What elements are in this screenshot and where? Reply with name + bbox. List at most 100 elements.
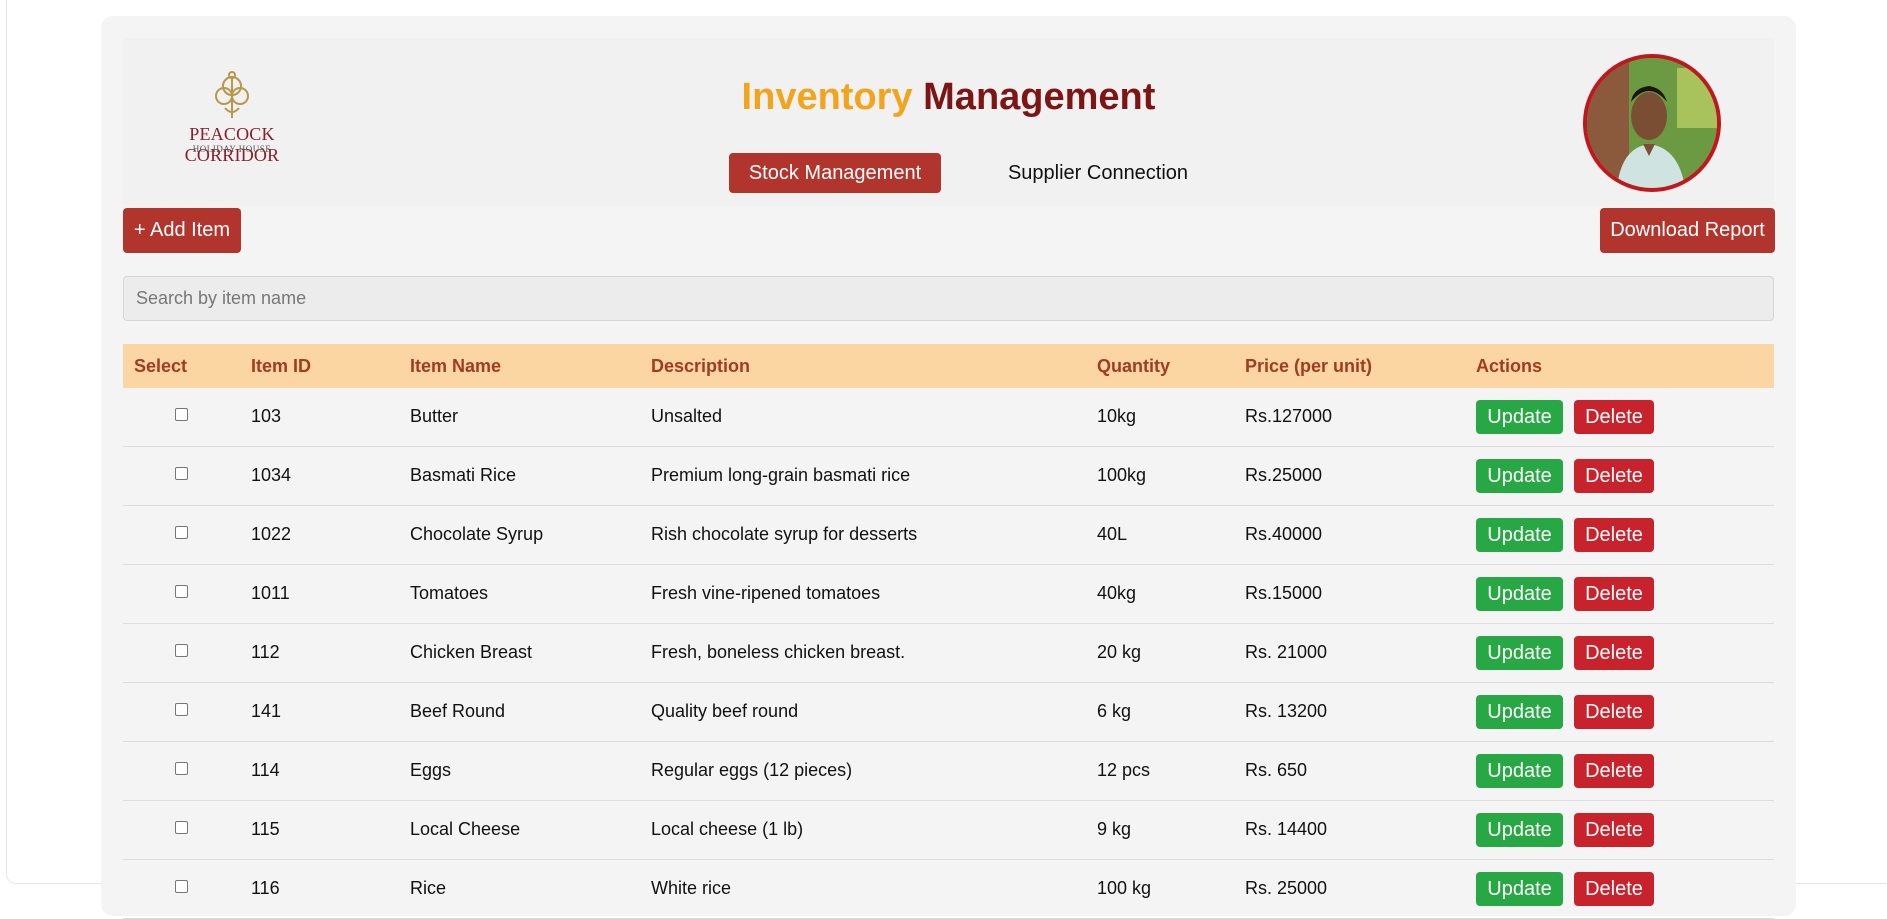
item-price: Rs. 14400 (1245, 819, 1328, 839)
item-id: 116 (251, 878, 280, 898)
item-description: Premium long-grain basmati rice (651, 465, 911, 485)
table-row: 1022 Chocolate Syrup Rish chocolate syru… (123, 506, 1774, 565)
item-price: Rs. 25000 (1245, 878, 1328, 898)
item-quantity: 9 kg (1097, 819, 1132, 839)
item-description: Fresh vine-ripened tomatoes (651, 583, 881, 603)
update-button[interactable]: Update (1476, 636, 1563, 670)
table-row: 1011 Tomatoes Fresh vine-ripened tomatoe… (123, 565, 1774, 624)
update-button[interactable]: Update (1476, 872, 1563, 906)
row-select-checkbox[interactable] (175, 880, 188, 893)
item-quantity: 10kg (1097, 406, 1137, 426)
column-header-quantity: Quantity (1097, 356, 1171, 376)
item-name: Local Cheese (410, 819, 521, 839)
item-quantity: 100 kg (1097, 878, 1152, 898)
update-button[interactable]: Update (1476, 577, 1563, 611)
logo-subtitle: HOLIDAY HOUSE (192, 144, 272, 154)
item-quantity: 12 pcs (1097, 760, 1151, 780)
item-quantity: 40L (1097, 524, 1128, 544)
row-select-checkbox[interactable] (175, 821, 188, 834)
update-button[interactable]: Update (1476, 518, 1563, 552)
inventory-table: Select Item ID Item Name Description Qua… (123, 344, 1774, 919)
item-id: 1034 (251, 465, 292, 485)
item-name: Basmati Rice (410, 465, 517, 485)
row-select-checkbox[interactable] (175, 526, 188, 539)
item-description: Local cheese (1 lb) (651, 819, 804, 839)
column-header-select: Select (134, 356, 188, 376)
row-select-checkbox[interactable] (175, 762, 188, 775)
item-description: Regular eggs (12 pieces) (651, 760, 853, 780)
item-name: Chicken Breast (410, 642, 533, 662)
table-row: 115 Local Cheese Local cheese (1 lb) 9 k… (123, 801, 1774, 860)
header: PEACOCK CORRIDOR HOLIDAY HOUSE Inventory… (123, 38, 1774, 206)
item-price: Rs.40000 (1245, 524, 1323, 544)
item-price: Rs. 650 (1245, 760, 1308, 780)
table-row: 112 Chicken Breast Fresh, boneless chick… (123, 624, 1774, 683)
avatar[interactable] (1583, 54, 1721, 192)
add-item-button[interactable]: + Add Item (123, 208, 241, 253)
item-name: Tomatoes (410, 583, 489, 603)
row-select-checkbox[interactable] (175, 585, 188, 598)
main-card: PEACOCK CORRIDOR HOLIDAY HOUSE Inventory… (101, 16, 1796, 919)
page-title: Inventory Management (123, 76, 1774, 119)
table-row: 141 Beef Round Quality beef round 6 kg R… (123, 683, 1774, 742)
table-row: 114 Eggs Regular eggs (12 pieces) 12 pcs… (123, 742, 1774, 801)
column-header-item-id: Item ID (251, 356, 312, 376)
item-price: Rs.127000 (1245, 406, 1333, 426)
tab-stock-management[interactable]: Stock Management (729, 153, 941, 193)
item-price: Rs. 13200 (1245, 701, 1328, 721)
column-header-item-name: Item Name (410, 356, 502, 376)
update-button[interactable]: Update (1476, 754, 1563, 788)
title-accent: Inventory (741, 76, 913, 118)
update-button[interactable]: Update (1476, 813, 1563, 847)
search-input[interactable] (123, 276, 1774, 321)
item-name: Beef Round (410, 701, 506, 721)
item-quantity: 6 kg (1097, 701, 1132, 721)
column-header-actions: Actions (1476, 356, 1543, 376)
row-select-checkbox[interactable] (175, 703, 188, 716)
item-name: Butter (410, 406, 459, 426)
item-id: 1011 (251, 583, 290, 603)
update-button[interactable]: Update (1476, 695, 1563, 729)
item-description: Quality beef round (651, 701, 799, 721)
item-price: Rs.15000 (1245, 583, 1323, 603)
item-quantity: 40kg (1097, 583, 1137, 603)
item-name: Eggs (410, 760, 452, 780)
item-price: Rs.25000 (1245, 465, 1323, 485)
delete-button[interactable]: Delete (1574, 459, 1654, 493)
user-photo-icon (1587, 58, 1717, 188)
row-select-checkbox[interactable] (175, 408, 188, 421)
item-name: Chocolate Syrup (410, 524, 544, 544)
delete-button[interactable]: Delete (1574, 518, 1654, 552)
delete-button[interactable]: Delete (1574, 695, 1654, 729)
item-description: Rish chocolate syrup for desserts (651, 524, 918, 544)
column-header-description: Description (651, 356, 751, 376)
row-select-checkbox[interactable] (175, 644, 188, 657)
download-report-button[interactable]: Download Report (1600, 208, 1775, 253)
item-id: 115 (251, 819, 280, 839)
row-select-checkbox[interactable] (175, 467, 188, 480)
delete-button[interactable]: Delete (1574, 872, 1654, 906)
update-button[interactable]: Update (1476, 400, 1563, 434)
delete-button[interactable]: Delete (1574, 400, 1654, 434)
item-id: 114 (251, 760, 280, 780)
item-description: Fresh, boneless chicken breast. (651, 642, 906, 662)
column-header-price: Price (per unit) (1245, 356, 1373, 376)
item-quantity: 20 kg (1097, 642, 1142, 662)
item-quantity: 100kg (1097, 465, 1147, 485)
delete-button[interactable]: Delete (1574, 754, 1654, 788)
tab-supplier-connection[interactable]: Supplier Connection (993, 153, 1203, 193)
delete-button[interactable]: Delete (1574, 577, 1654, 611)
table-row: 103 Butter Unsalted 10kg Rs.127000 Updat… (123, 388, 1774, 447)
item-name: Rice (410, 878, 447, 898)
update-button[interactable]: Update (1476, 459, 1563, 493)
table-row: 116 Rice White rice 100 kg Rs. 25000 Upd… (123, 860, 1774, 919)
item-id: 112 (251, 642, 280, 662)
delete-button[interactable]: Delete (1574, 813, 1654, 847)
item-description: Unsalted (651, 406, 723, 426)
item-id: 103 (251, 406, 282, 426)
title-main: Management (923, 76, 1156, 118)
item-description: White rice (651, 878, 732, 898)
item-id: 141 (251, 701, 282, 721)
delete-button[interactable]: Delete (1574, 636, 1654, 670)
item-price: Rs. 21000 (1245, 642, 1328, 662)
